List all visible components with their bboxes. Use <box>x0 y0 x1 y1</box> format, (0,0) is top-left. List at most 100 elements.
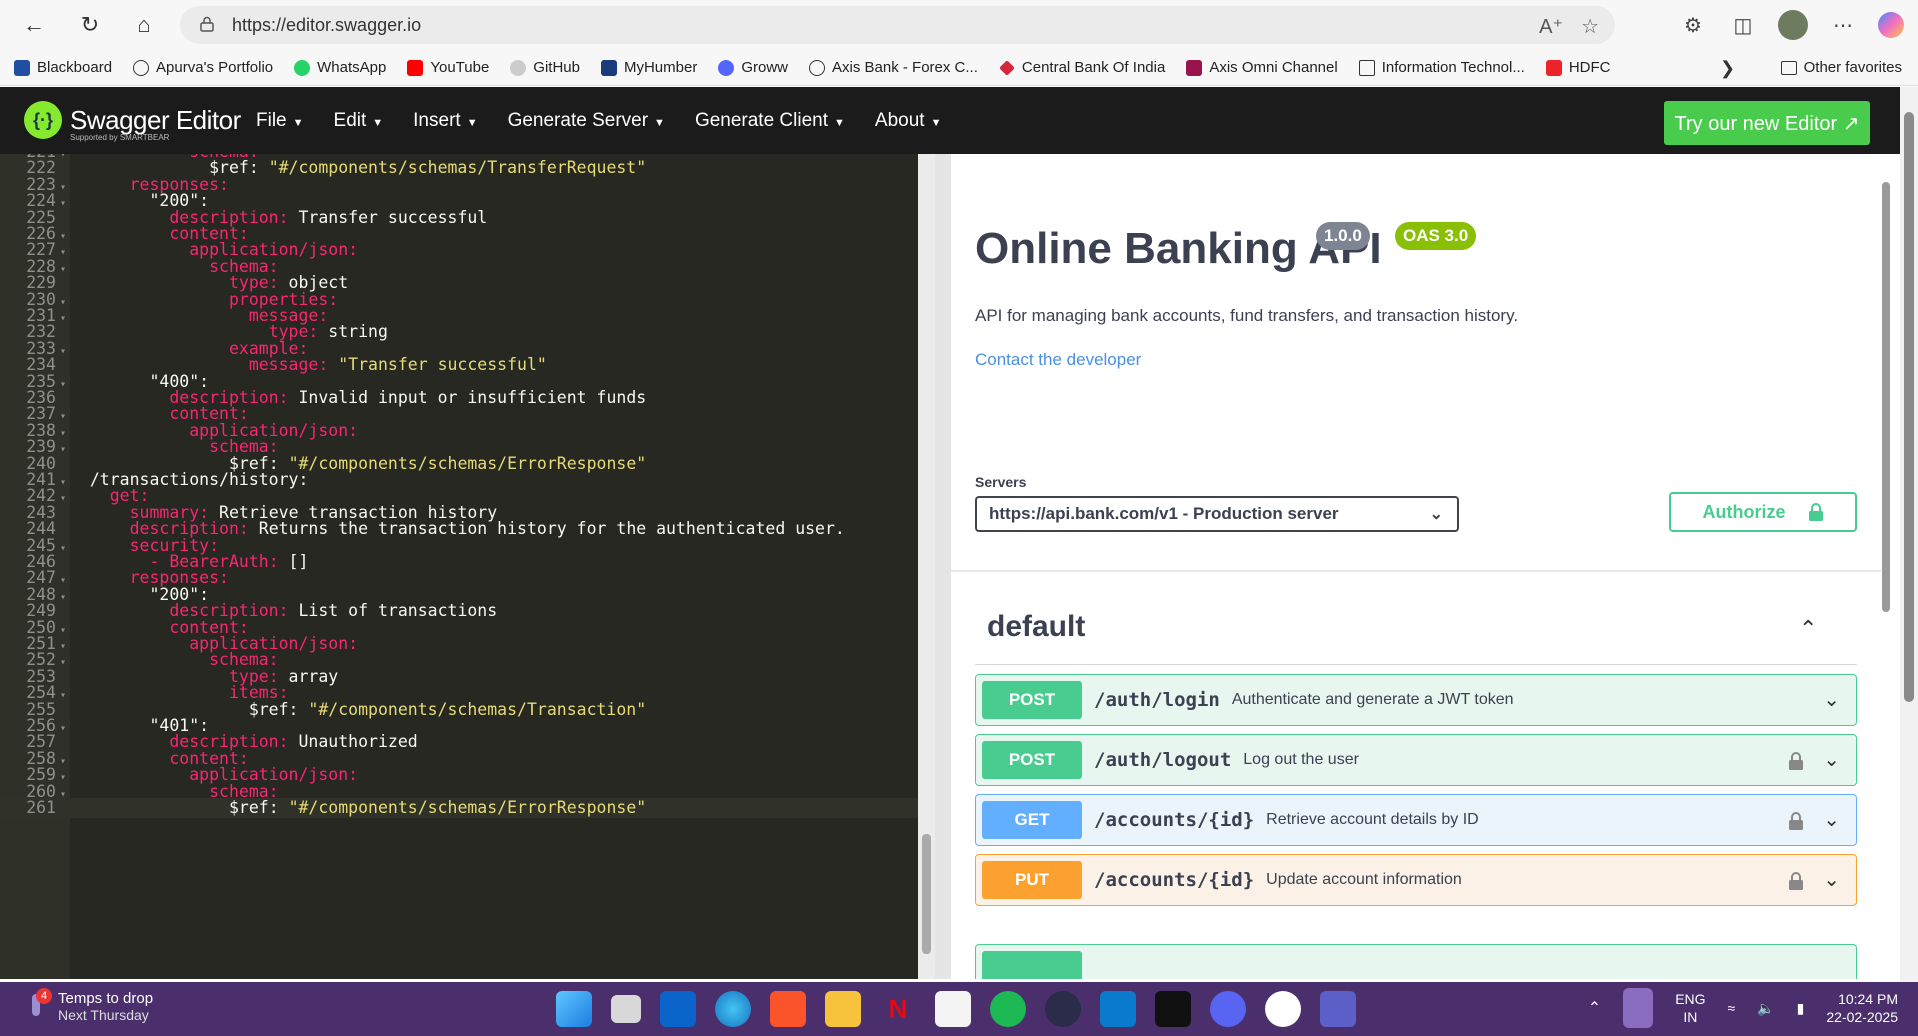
logo-text: Swagger Editor <box>70 104 241 135</box>
more-icon[interactable]: ⋯ <box>1828 10 1858 40</box>
operation-row[interactable]: PUT/accounts/{id} Update account informat… <box>975 854 1857 906</box>
bookmark-item[interactable]: YouTube <box>407 59 489 76</box>
microphone-icon[interactable] <box>1623 988 1654 1028</box>
volume-icon[interactable]: 🔈 <box>1757 1000 1774 1017</box>
mongodb-icon[interactable] <box>1265 991 1301 1027</box>
back-icon[interactable]: ← <box>12 3 56 47</box>
spotify-icon[interactable] <box>990 991 1026 1027</box>
lock-icon[interactable] <box>1788 871 1804 896</box>
menu-file[interactable]: File ▼ <box>256 110 304 132</box>
menu-about[interactable]: About ▼ <box>875 110 942 132</box>
favorite-star-icon[interactable]: ☆ <box>1581 14 1599 39</box>
browser-toolbar: ← ↻ ⌂ https://editor.swagger.io A⁺ ☆ ⚙ ◫… <box>0 0 1918 50</box>
terminal-icon[interactable] <box>1155 991 1191 1027</box>
operation-path: /accounts/{id} <box>1094 809 1255 831</box>
chevron-down-icon[interactable]: ⌄ <box>1823 687 1840 712</box>
operation-path: /auth/login <box>1094 689 1220 711</box>
split-screen-icon[interactable]: ◫ <box>1728 10 1758 40</box>
profile-avatar[interactable] <box>1778 10 1808 40</box>
refresh-icon[interactable]: ↻ <box>68 3 112 47</box>
bookmark-item[interactable]: Central Bank Of India <box>998 59 1165 76</box>
copilot-icon[interactable] <box>1878 12 1904 38</box>
operation-summary: Log out the user <box>1243 751 1359 768</box>
language-indicator[interactable]: ENG IN <box>1675 990 1705 1026</box>
operation-row[interactable]: POST/auth/login Authenticate and generate… <box>975 674 1857 726</box>
bookmark-item[interactable]: Axis Omni Channel <box>1186 59 1338 76</box>
chevron-down-icon[interactable]: ⌄ <box>1823 747 1840 772</box>
menu-insert[interactable]: Insert ▼ <box>413 110 477 132</box>
netflix-icon[interactable]: N <box>880 991 916 1027</box>
bookmark-item[interactable]: Blackboard <box>14 59 112 76</box>
tag-divider <box>975 664 1857 665</box>
code-line[interactable]: 261 $ref: "#/components/schemas/ErrorRes… <box>0 798 918 818</box>
task-view-icon[interactable] <box>611 995 641 1023</box>
chevron-up-icon[interactable]: ⌃ <box>1588 998 1601 1018</box>
caret-down-icon: ▼ <box>930 116 942 129</box>
bookmark-item[interactable]: Axis Bank - Forex C... <box>809 59 978 76</box>
method-badge <box>982 951 1082 979</box>
menu-generate-server[interactable]: Generate Server ▼ <box>508 110 665 132</box>
brave-icon[interactable] <box>770 991 806 1027</box>
edge-icon[interactable] <box>715 991 751 1027</box>
chevron-right-icon[interactable]: ❯ <box>1720 58 1735 79</box>
language-line2: IN <box>1683 1009 1698 1025</box>
operation-summary: Authenticate and generate a JWT token <box>1231 691 1514 708</box>
lock-icon[interactable] <box>1788 751 1804 776</box>
teams-icon[interactable] <box>1320 991 1356 1027</box>
section-separator <box>951 570 1881 572</box>
menu-edit[interactable]: Edit ▼ <box>334 110 384 132</box>
home-icon[interactable]: ⌂ <box>122 3 166 47</box>
other-favorites[interactable]: Other favorites <box>1780 59 1902 76</box>
bookmark-item[interactable]: MyHumber <box>600 59 697 76</box>
extensions-icon[interactable]: ⚙ <box>1678 10 1708 40</box>
wifi-icon[interactable]: ≈ <box>1728 1000 1736 1016</box>
bookmark-item[interactable]: Apurva's Portfolio <box>133 59 273 76</box>
battery-icon[interactable]: ▮ <box>1797 1000 1805 1017</box>
page-scrollbar[interactable] <box>1900 87 1918 982</box>
swagger-logo[interactable]: {·} Swagger Editor Supported by SMARTBEA… <box>24 101 241 142</box>
ui-scrollbar-thumb[interactable] <box>1882 182 1890 612</box>
chevron-down-icon[interactable]: ⌄ <box>1823 807 1840 832</box>
read-aloud-icon[interactable]: A⁺ <box>1539 14 1563 39</box>
app-icon[interactable] <box>1045 991 1081 1027</box>
notification-badge: 4 <box>36 987 52 1004</box>
page-scrollbar-thumb[interactable] <box>1904 112 1914 702</box>
outlook-icon[interactable] <box>660 991 696 1027</box>
yaml-editor[interactable]: 221▾ schema:222 $ref: "#/components/sche… <box>0 154 918 979</box>
menu-generate-client[interactable]: Generate Client ▼ <box>695 110 845 132</box>
server-select[interactable]: https://api.bank.com/v1 - Production ser… <box>975 496 1459 532</box>
clock[interactable]: 10:24 PM 22-02-2025 <box>1826 990 1898 1026</box>
editor-scrollbar-thumb[interactable] <box>922 834 931 954</box>
bookmark-item[interactable]: GitHub <box>510 59 580 76</box>
pane-divider[interactable] <box>935 154 951 979</box>
method-badge: POST <box>982 681 1082 719</box>
contact-link[interactable]: Contact the developer <box>975 350 1141 370</box>
operation-partial[interactable] <box>975 944 1857 979</box>
bookmark-item[interactable]: WhatsApp <box>294 59 386 76</box>
windows-start-icon[interactable] <box>556 991 592 1027</box>
chevron-up-icon[interactable]: ⌃ <box>1799 616 1817 642</box>
bookmark-item[interactable]: Information Technol... <box>1358 59 1525 76</box>
bookmark-item[interactable]: HDFC <box>1545 59 1611 76</box>
main-menu: File ▼ Edit ▼ Insert ▼ Generate Server ▼ Gen… <box>256 87 941 154</box>
file-explorer-icon[interactable] <box>825 991 861 1027</box>
tag-title[interactable]: default <box>987 610 1085 644</box>
weather-widget[interactable]: 4 Temps to drop Next Thursday <box>24 987 153 1023</box>
operation-row[interactable]: POST/auth/logout Log out the user ⌄ <box>975 734 1857 786</box>
line-number: 261 <box>26 798 56 817</box>
try-new-editor-button[interactable]: Try our new Editor ↗ <box>1664 101 1870 145</box>
servers-label: Servers <box>975 474 1027 490</box>
store-icon[interactable] <box>935 991 971 1027</box>
editor-scrollbar[interactable] <box>918 154 935 979</box>
authorize-button[interactable]: Authorize <box>1669 492 1857 532</box>
address-bar[interactable]: https://editor.swagger.io A⁺ ☆ <box>180 6 1615 44</box>
operation-row[interactable]: GET/accounts/{id} Retrieve account detail… <box>975 794 1857 846</box>
discord-icon[interactable] <box>1210 991 1246 1027</box>
folder-icon <box>1780 60 1797 75</box>
vscode-icon[interactable] <box>1100 991 1136 1027</box>
lock-icon[interactable] <box>1788 811 1804 836</box>
caret-down-icon: ▼ <box>372 116 384 129</box>
bookmark-item[interactable]: Groww <box>718 59 788 76</box>
ui-scrollbar[interactable] <box>1882 162 1892 972</box>
chevron-down-icon[interactable]: ⌄ <box>1823 867 1840 892</box>
